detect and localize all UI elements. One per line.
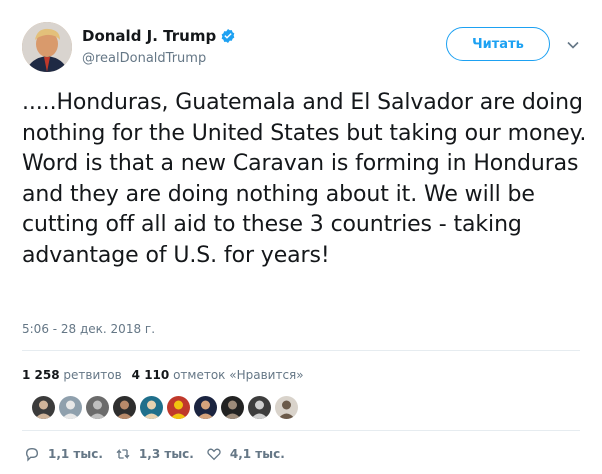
- chevron-down-icon[interactable]: [566, 38, 580, 52]
- liker-avatar[interactable]: [167, 396, 190, 419]
- retweets-label: ретвитов: [63, 368, 122, 382]
- follow-button[interactable]: Читать: [446, 27, 550, 61]
- retweets-count: 1 258: [22, 368, 60, 382]
- liker-avatar[interactable]: [248, 396, 271, 419]
- author-avatar[interactable]: [22, 22, 72, 72]
- reply-count: 1,1 тыс.: [48, 447, 103, 461]
- liker-avatar[interactable]: [275, 396, 298, 419]
- retweet-button[interactable]: 1,3 тыс.: [115, 446, 194, 462]
- liker-avatar[interactable]: [140, 396, 163, 419]
- liker-avatar[interactable]: [194, 396, 217, 419]
- heart-icon: [207, 448, 221, 461]
- author-info: Donald J. Trump @realDonaldTrump: [82, 26, 236, 66]
- likes-count: 4 110: [131, 368, 170, 382]
- liker-avatar[interactable]: [32, 396, 55, 419]
- liker-avatar[interactable]: [221, 396, 244, 419]
- retweet-icon: [116, 449, 130, 459]
- tweet-actions: 1,1 тыс. 1,3 тыс. 4,1 тыс.: [24, 446, 297, 462]
- liker-avatar[interactable]: [86, 396, 109, 419]
- author-handle[interactable]: @realDonaldTrump: [82, 51, 236, 66]
- likes-stat[interactable]: 4 110 отметок «Нравится»: [132, 368, 304, 382]
- like-count: 4,1 тыс.: [229, 447, 285, 461]
- divider: [22, 350, 580, 351]
- tweet-text: .....Honduras, Guatemala and El Salvador…: [22, 90, 587, 268]
- liker-avatars: [32, 396, 298, 419]
- retweet-count: 1,3 тыс.: [138, 447, 194, 461]
- reply-icon: [25, 447, 39, 462]
- tweet-stats: 1 258 ретвитов 4 110 отметок «Нравится»: [22, 368, 304, 382]
- tweet-timestamp[interactable]: 5:06 - 28 дек. 2018 г.: [22, 322, 155, 336]
- author-display-name[interactable]: Donald J. Trump: [82, 27, 216, 45]
- like-button[interactable]: 4,1 тыс.: [206, 446, 285, 462]
- liker-avatar[interactable]: [59, 396, 82, 419]
- divider: [22, 430, 580, 431]
- verified-badge-icon: [221, 29, 235, 43]
- likes-label: отметок «Нравится»: [173, 368, 304, 382]
- tweet-header: Donald J. Trump @realDonaldTrump Читать: [22, 22, 592, 74]
- retweets-stat[interactable]: 1 258 ретвитов: [22, 368, 122, 382]
- reply-button[interactable]: 1,1 тыс.: [24, 446, 103, 462]
- liker-avatar[interactable]: [113, 396, 136, 419]
